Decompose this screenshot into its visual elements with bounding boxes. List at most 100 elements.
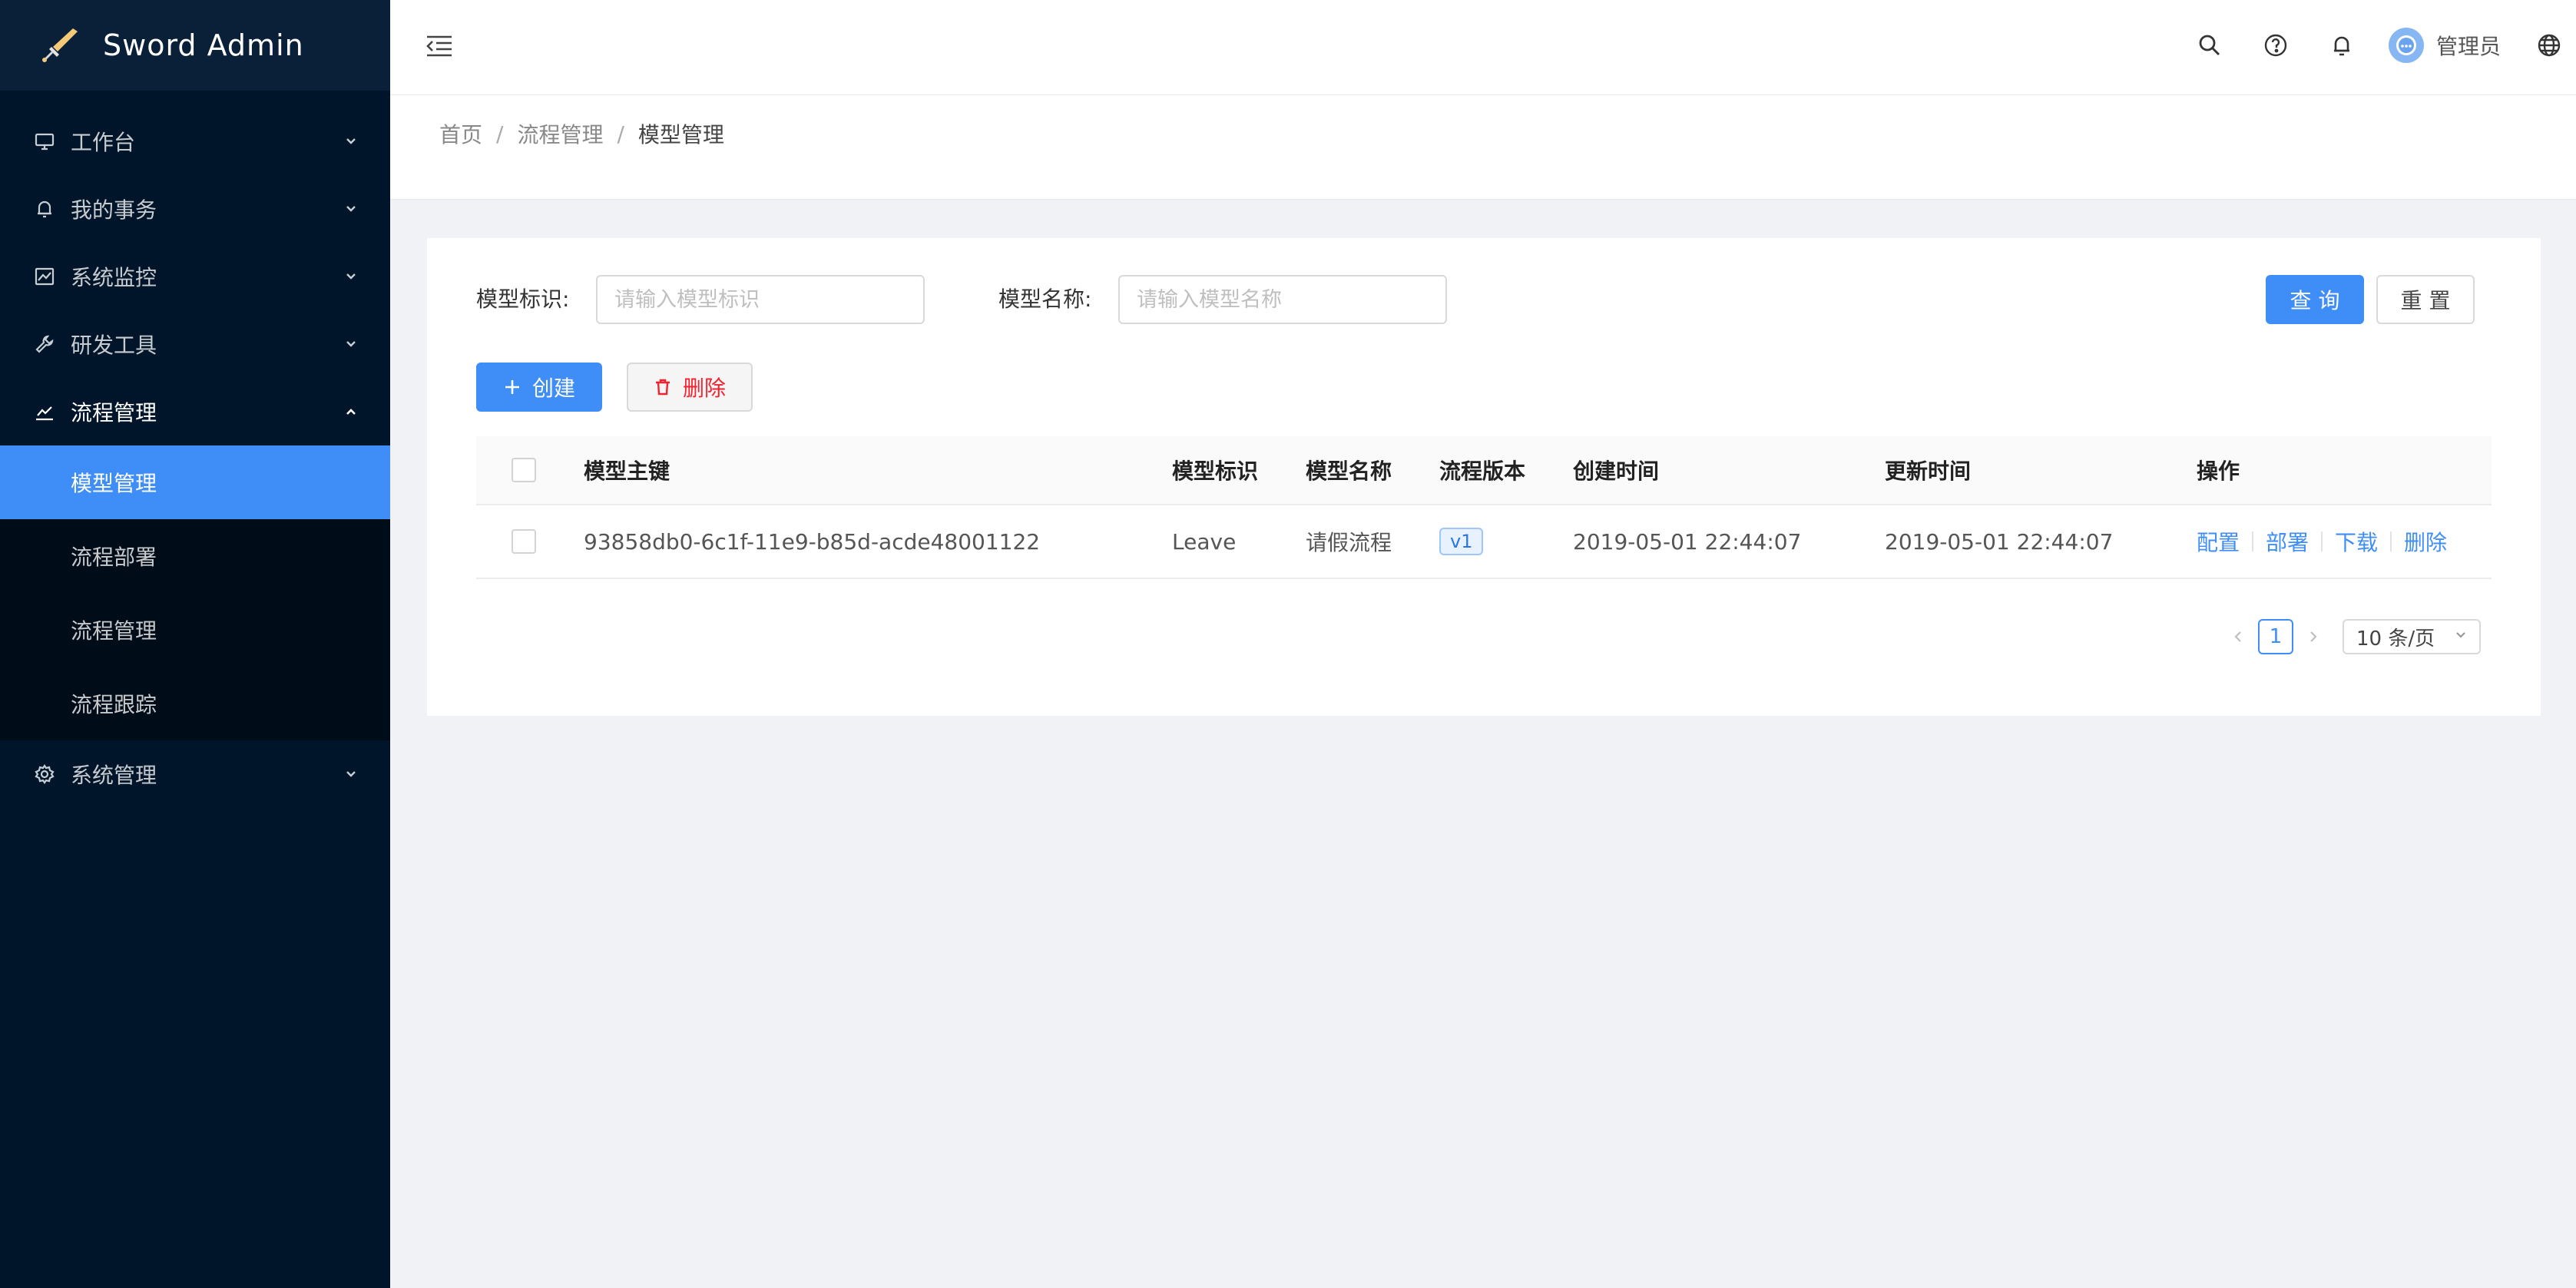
prev-page-icon[interactable] [2223, 619, 2253, 654]
cell-model-id: 93858db0-6c1f-11e9-b85d-acde48001122 [584, 528, 1041, 555]
user-name: 管理员 [2435, 34, 2501, 59]
chevron-up-icon [341, 402, 361, 422]
cell-model-name: 请假流程 [1306, 530, 1392, 555]
model-table: 模型主键 模型标识 模型名称 流程版本 创建时间 更新时间 操作 93858db… [476, 436, 2492, 579]
sidebar-item-workbench[interactable]: 工作台 [0, 108, 390, 175]
page-size-value: 10 条/页 [2356, 627, 2435, 651]
chevron-down-icon [341, 764, 361, 784]
breadcrumb-separator: / [617, 121, 624, 147]
top-header: 管理员 [390, 0, 2576, 95]
row-checkbox[interactable] [512, 529, 536, 554]
breadcrumb: 首页 / 流程管理 / 模型管理 [439, 118, 724, 149]
query-button[interactable]: 查 询 [2266, 275, 2364, 324]
configure-link[interactable]: 配置 [2197, 526, 2240, 557]
action-divider [2390, 531, 2392, 551]
cell-version: v1 [1439, 505, 1484, 578]
chevron-down-icon [341, 199, 361, 219]
action-divider [2321, 531, 2323, 551]
trash-icon [654, 378, 672, 396]
download-link[interactable]: 下载 [2335, 526, 2378, 557]
sidebar-item-label: 系统管理 [71, 763, 157, 788]
model-name-label: 模型名称: [998, 286, 1092, 312]
bell-icon [32, 197, 57, 221]
sidebar-submenu-process: 模型管理 流程部署 流程管理 流程跟踪 [0, 445, 390, 740]
globe-icon[interactable] [2522, 0, 2576, 91]
sidebar-subitem-process-deploy[interactable]: 流程部署 [0, 519, 390, 593]
line-chart-icon [32, 264, 57, 289]
page-size-select[interactable]: 10 条/页 [2343, 619, 2481, 654]
column-header[interactable]: 模型名称 [1306, 436, 1392, 504]
column-header[interactable]: 模型标识 [1172, 436, 1258, 504]
sidebar-item-system-monitor[interactable]: 系统监控 [0, 243, 390, 310]
reset-button[interactable]: 重 置 [2376, 275, 2475, 324]
chevron-down-icon [341, 131, 361, 151]
sidebar-subitem-process-management[interactable]: 流程管理 [0, 593, 390, 667]
column-header[interactable]: 流程版本 [1439, 436, 1525, 504]
table-row[interactable]: 93858db0-6c1f-11e9-b85d-acde48001122 Lea… [476, 505, 2492, 579]
question-circle-icon[interactable] [2243, 0, 2309, 91]
delete-button[interactable]: 删除 [627, 363, 753, 412]
user-menu[interactable]: 管理员 [2375, 0, 2522, 91]
select-all-checkbox[interactable] [512, 458, 536, 482]
sidebar-menu-bottom: 系统管理 [0, 740, 390, 808]
monitor-icon [32, 129, 57, 154]
select-all-cell [512, 436, 536, 504]
sidebar-menu: 工作台 我的事务 系统监控 研发工具 流程管理 [0, 108, 390, 445]
sidebar-item-label: 研发工具 [71, 333, 157, 358]
sword-logo-icon [35, 22, 83, 69]
sidebar-item-label: 我的事务 [71, 197, 157, 223]
next-page-icon[interactable] [2298, 619, 2329, 654]
sidebar-subitem-model-management[interactable]: 模型管理 [0, 445, 390, 519]
bell-icon[interactable] [2309, 0, 2375, 91]
deploy-link[interactable]: 部署 [2266, 526, 2309, 557]
breadcrumb-home[interactable]: 首页 [439, 118, 482, 149]
brand[interactable]: Sword Admin [0, 0, 390, 91]
create-button-label: 创建 [531, 376, 575, 401]
breadcrumb-process-management[interactable]: 流程管理 [517, 118, 603, 149]
tool-icon [32, 332, 57, 356]
model-key-label: 模型标识: [476, 286, 570, 312]
page-number-current[interactable]: 1 [2258, 619, 2293, 654]
setting-icon [32, 762, 57, 786]
delete-link[interactable]: 删除 [2404, 526, 2447, 557]
column-header: 操作 [2197, 459, 2240, 484]
sidebar-item-process-management[interactable]: 流程管理 [0, 378, 390, 445]
action-divider [2252, 531, 2254, 551]
breadcrumb-separator: / [496, 121, 504, 147]
column-header[interactable]: 创建时间 [1573, 436, 1659, 504]
menu-fold-icon[interactable] [422, 29, 456, 63]
sidebar-subitem-process-tracking[interactable]: 流程跟踪 [0, 667, 390, 740]
sidebar-item-label: 系统监控 [71, 265, 157, 290]
create-button[interactable]: 创建 [476, 363, 602, 412]
stock-icon [32, 399, 57, 424]
delete-button-label: 删除 [682, 376, 726, 401]
search-icon[interactable] [2177, 0, 2243, 91]
brand-title: Sword Admin [103, 28, 304, 62]
pagination: 1 10 条/页 [2223, 618, 2481, 656]
cell-model-key: Leave [1172, 528, 1237, 555]
sidebar-item-label: 工作台 [71, 130, 136, 155]
row-select-cell [512, 505, 536, 578]
column-header[interactable]: 模型主键 [584, 436, 670, 504]
model-name-input[interactable] [1118, 275, 1447, 324]
breadcrumb-current: 模型管理 [637, 122, 724, 147]
sidebar-item-system-management[interactable]: 系统管理 [0, 740, 390, 808]
sidebar-item-my-tasks[interactable]: 我的事务 [0, 175, 390, 243]
sidebar-item-label: 流程管理 [71, 400, 157, 425]
sidebar-item-dev-tools[interactable]: 研发工具 [0, 310, 390, 378]
search-form: 模型标识: 模型名称: 查 询 重 置 [476, 275, 2492, 324]
cell-updated-time: 2019-05-01 22:44:07 [1885, 528, 2114, 555]
model-key-input[interactable] [596, 275, 925, 324]
cell-actions: 配置 部署 下载 删除 [2197, 505, 2447, 578]
chevron-down-icon [2453, 625, 2468, 648]
version-tag: v1 [1439, 528, 1484, 555]
chevron-down-icon [341, 334, 361, 354]
cell-created-time: 2019-05-01 22:44:07 [1573, 528, 1802, 555]
table-header: 模型主键 模型标识 模型名称 流程版本 创建时间 更新时间 操作 [476, 436, 2492, 505]
avatar [2388, 28, 2424, 63]
plus-icon [503, 378, 521, 396]
breadcrumb-bar: 首页 / 流程管理 / 模型管理 [390, 95, 2576, 200]
column-header[interactable]: 更新时间 [1885, 436, 1971, 504]
content-card: 模型标识: 模型名称: 查 询 重 置 创建 删除 模型主键 模型标识 模型名称… [427, 238, 2541, 716]
header-right-tools: 管理员 [2177, 0, 2576, 91]
